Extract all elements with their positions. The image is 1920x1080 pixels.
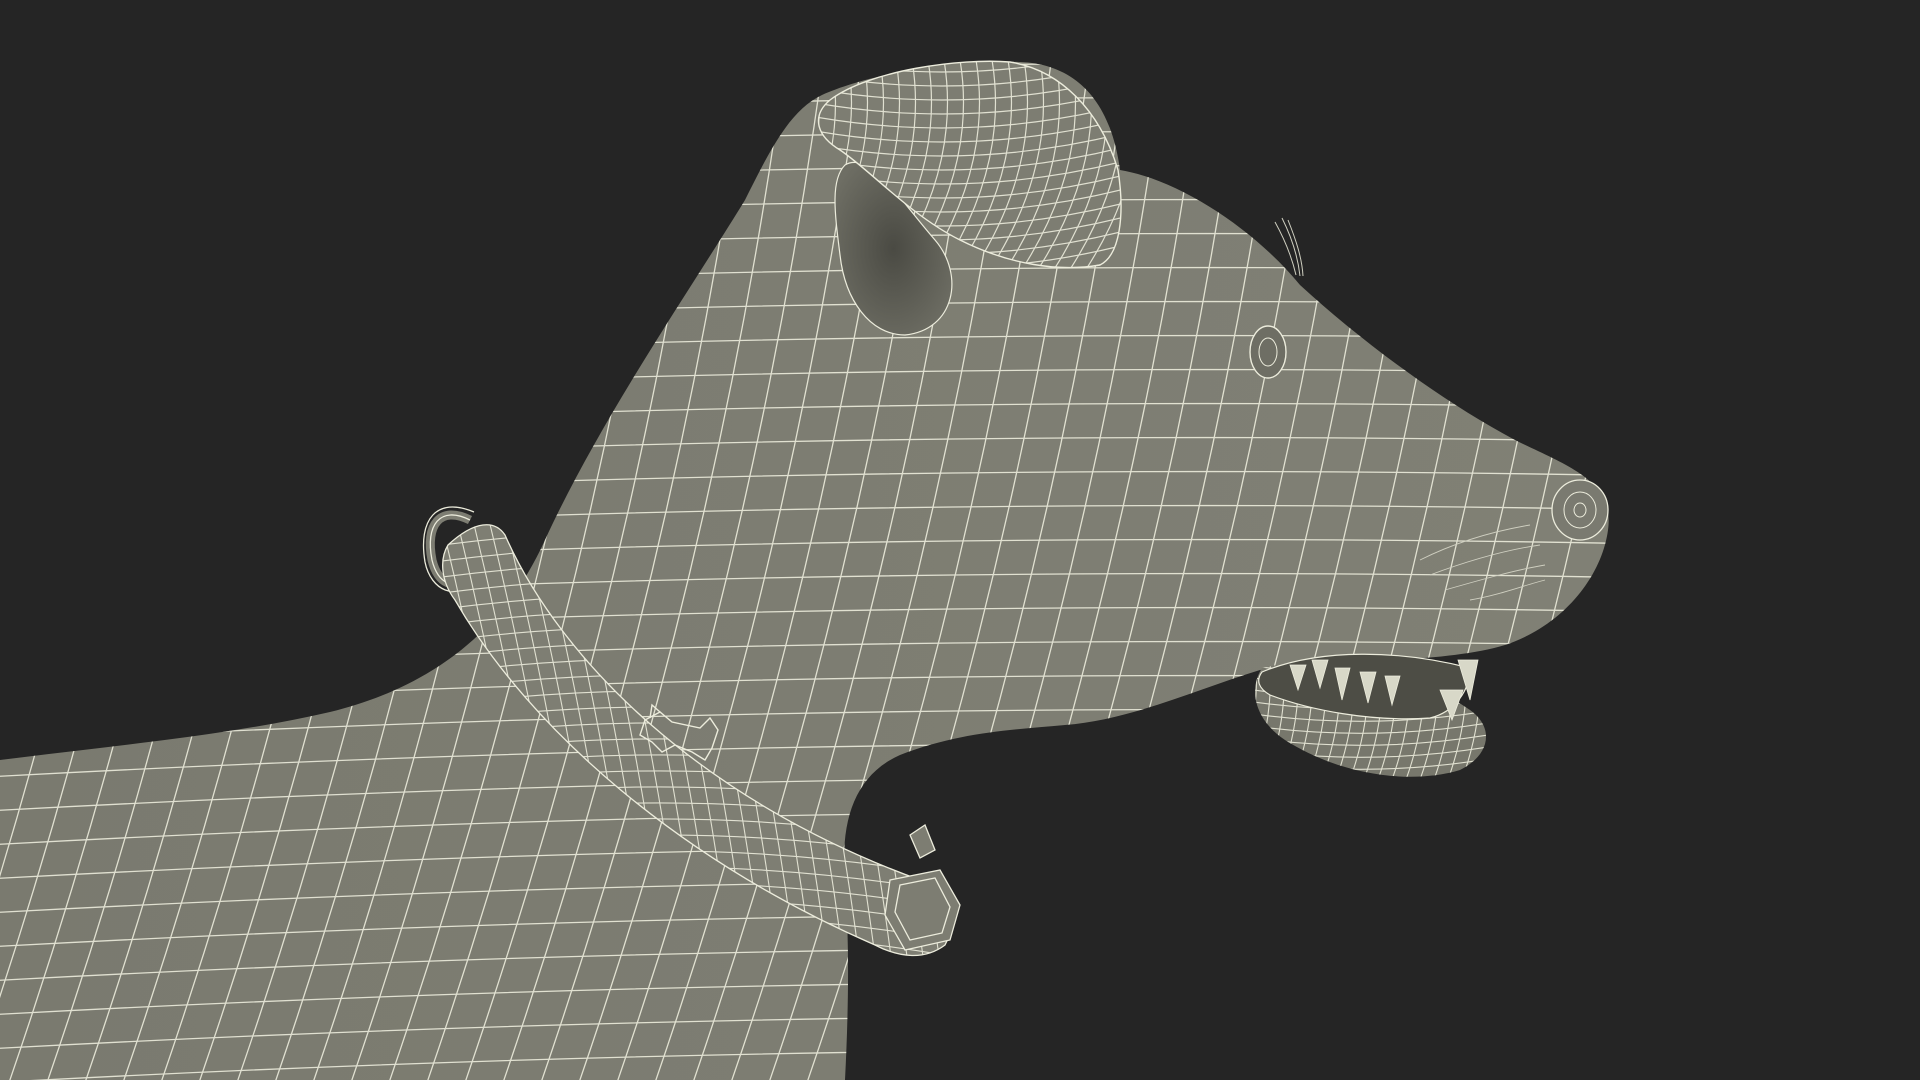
dog-nose xyxy=(1551,479,1609,541)
dog-wireframe-render xyxy=(0,0,1920,1080)
wireframe-render-viewport xyxy=(0,0,1920,1080)
